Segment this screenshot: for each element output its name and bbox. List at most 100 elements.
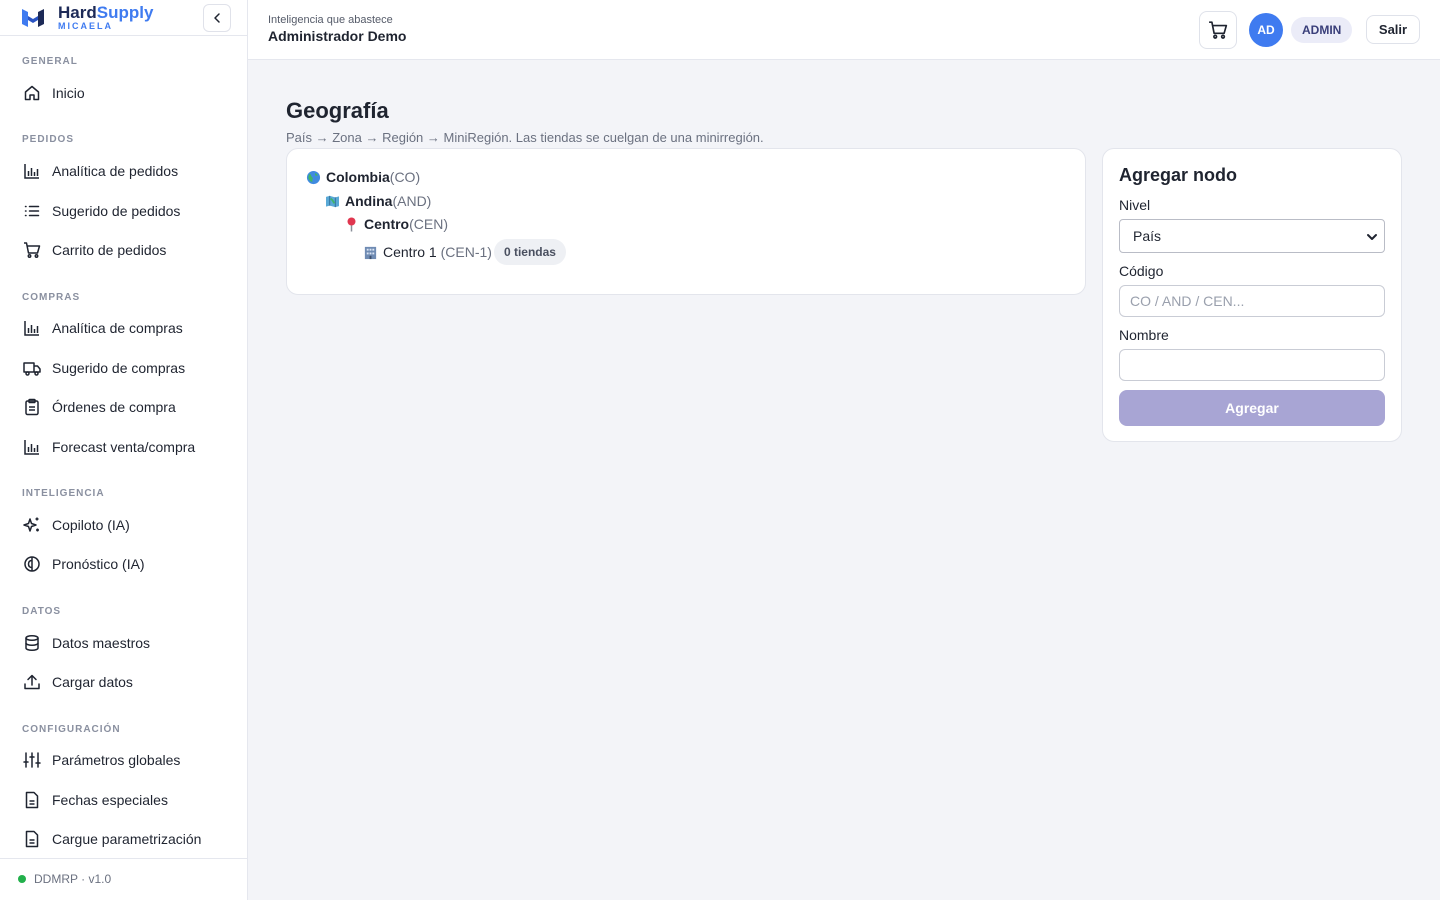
list-icon xyxy=(22,201,42,221)
level-select[interactable]: País xyxy=(1119,219,1385,253)
sidebar-item-label: Parámetros globales xyxy=(52,752,181,768)
home-icon xyxy=(22,83,42,103)
sidebar-item-label: Copiloto (IA) xyxy=(52,517,130,533)
bar-chart-icon xyxy=(22,437,42,457)
brand-name: HardSupply xyxy=(58,4,153,22)
sidebar: HardSupply MICAELA GENERAL Inicio PEDIDO… xyxy=(0,0,248,900)
code-label: Código xyxy=(1119,263,1164,279)
level-label: Nivel xyxy=(1119,197,1151,213)
sidebar-footer: DDMRP · v1.0 xyxy=(0,858,247,900)
node-code: (CEN) xyxy=(409,216,449,232)
sidebar-item-cargar-datos[interactable]: Cargar datos xyxy=(0,664,247,700)
logo-icon xyxy=(22,9,44,27)
logout-button[interactable]: Salir xyxy=(1366,15,1420,44)
section-title-pedidos: PEDIDOS xyxy=(22,134,75,145)
node-name: Colombia xyxy=(326,169,390,185)
section-title-general: GENERAL xyxy=(22,56,78,67)
name-input[interactable] xyxy=(1119,349,1385,381)
sidebar-item-label: Carrito de pedidos xyxy=(52,242,167,258)
sidebar-item-sugerido-compras[interactable]: Sugerido de compras xyxy=(0,350,247,386)
sidebar-item-label: Analítica de compras xyxy=(52,320,183,336)
sidebar-item-label: Cargar datos xyxy=(52,674,133,690)
clipboard-icon xyxy=(22,397,42,417)
sidebar-item-label: Datos maestros xyxy=(52,635,151,651)
node-code: (AND) xyxy=(392,193,432,209)
page-title: Geografía xyxy=(286,98,389,123)
node-name: Centro xyxy=(364,216,410,232)
sidebar-item-carrito-pedidos[interactable]: Carrito de pedidos xyxy=(0,232,247,268)
geography-tree: Colombia (CO) Andina (AND) Centro (CEN) Cen… xyxy=(286,148,1086,295)
upload-icon xyxy=(22,672,42,692)
sidebar-item-label: Analítica de pedidos xyxy=(52,163,179,179)
name-label: Nombre xyxy=(1119,327,1169,343)
sparkles-icon xyxy=(22,515,42,535)
header-subtitle: Inteligencia que abastece xyxy=(268,14,393,26)
add-node-button[interactable]: Agregar xyxy=(1119,390,1385,426)
brain-icon xyxy=(22,554,42,574)
stores-count-badge: 0 tiendas xyxy=(493,239,566,265)
node-name: Andina xyxy=(345,193,393,209)
globe-icon xyxy=(305,169,321,185)
tree-node-miniregion[interactable]: Centro 1 (CEN-1) 0 tiendas xyxy=(362,239,566,265)
status-dot xyxy=(18,875,26,883)
sidebar-item-analitica-pedidos[interactable]: Analítica de pedidos xyxy=(0,153,247,189)
brand: HardSupply MICAELA xyxy=(0,0,247,36)
sidebar-item-sugerido-pedidos[interactable]: Sugerido de pedidos xyxy=(0,193,247,229)
sidebar-item-fechas-especiales[interactable]: Fechas especiales xyxy=(0,782,247,818)
section-title-inteligencia: INTELIGENCIA xyxy=(22,488,105,499)
sidebar-item-label: Pronóstico (IA) xyxy=(52,556,145,572)
brand-name-part1: Hard xyxy=(58,3,97,22)
page-subtitle: País → Zona → Región → MiniRegión. Las t… xyxy=(286,130,764,145)
sidebar-item-datos-maestros[interactable]: Datos maestros xyxy=(0,625,247,661)
sidebar-item-label: Sugerido de pedidos xyxy=(52,203,181,219)
bar-chart-icon xyxy=(22,161,42,181)
brand-subtitle: MICAELA xyxy=(58,21,113,31)
section-title-datos: DATOS xyxy=(22,606,62,617)
sidebar-item-pronostico[interactable]: Pronóstico (IA) xyxy=(0,546,247,582)
add-node-form: Agregar nodo Nivel País Código Nombre Ag… xyxy=(1102,148,1402,442)
sidebar-item-label: Fechas especiales xyxy=(52,792,168,808)
sidebar-item-parametros-globales[interactable]: Parámetros globales xyxy=(0,742,247,778)
sidebar-item-label: Órdenes de compra xyxy=(52,399,176,415)
cart-button[interactable] xyxy=(1199,11,1237,49)
sidebar-item-label: Forecast venta/compra xyxy=(52,439,196,455)
node-code: (CO) xyxy=(389,169,421,185)
sidebar-item-label: Inicio xyxy=(52,85,85,101)
pin-icon xyxy=(343,216,359,232)
section-title-configuracion: CONFIGURACIÓN xyxy=(22,724,121,735)
file-icon xyxy=(22,790,42,810)
tree-node-zone[interactable]: Andina (AND) xyxy=(324,193,431,209)
sidebar-item-forecast[interactable]: Forecast venta/compra xyxy=(0,429,247,465)
building-icon xyxy=(362,244,378,260)
sidebar-item-copiloto[interactable]: Copiloto (IA) xyxy=(0,507,247,543)
bar-chart-icon xyxy=(22,318,42,338)
code-input[interactable] xyxy=(1119,285,1385,317)
level-select-value: País xyxy=(1133,228,1162,244)
avatar[interactable]: AD xyxy=(1249,13,1283,47)
cart-icon xyxy=(1209,21,1228,39)
cart-icon xyxy=(22,240,42,260)
database-icon xyxy=(22,633,42,653)
map-icon xyxy=(324,193,340,209)
tree-node-region[interactable]: Centro (CEN) xyxy=(343,216,448,232)
node-code: (CEN-1) xyxy=(440,244,492,260)
sidebar-item-label: Sugerido de compras xyxy=(52,360,186,376)
sidebar-item-cargue-parametrizacion[interactable]: Cargue parametrización xyxy=(0,821,247,857)
sidebar-item-analitica-compras[interactable]: Analítica de compras xyxy=(0,310,247,346)
collapse-sidebar-button[interactable] xyxy=(203,4,231,32)
tree-node-country[interactable]: Colombia (CO) xyxy=(305,169,420,185)
sliders-icon xyxy=(22,750,42,770)
brand-name-part2: Supply xyxy=(96,3,154,22)
sidebar-item-inicio[interactable]: Inicio xyxy=(0,75,247,111)
sidebar-item-label: Cargue parametrización xyxy=(52,831,202,847)
chevron-down-icon xyxy=(1367,234,1377,240)
sidebar-item-ordenes-compra[interactable]: Órdenes de compra xyxy=(0,389,247,425)
form-title: Agregar nodo xyxy=(1119,165,1238,185)
header-title: Administrador Demo xyxy=(268,28,407,44)
version-label: DDMRP · v1.0 xyxy=(34,872,112,886)
role-badge: ADMIN xyxy=(1291,17,1353,43)
top-header: Inteligencia que abastece Administrador … xyxy=(248,0,1440,60)
truck-icon xyxy=(22,358,42,378)
chevron-left-icon xyxy=(214,13,220,23)
node-name: Centro 1 xyxy=(383,244,437,260)
